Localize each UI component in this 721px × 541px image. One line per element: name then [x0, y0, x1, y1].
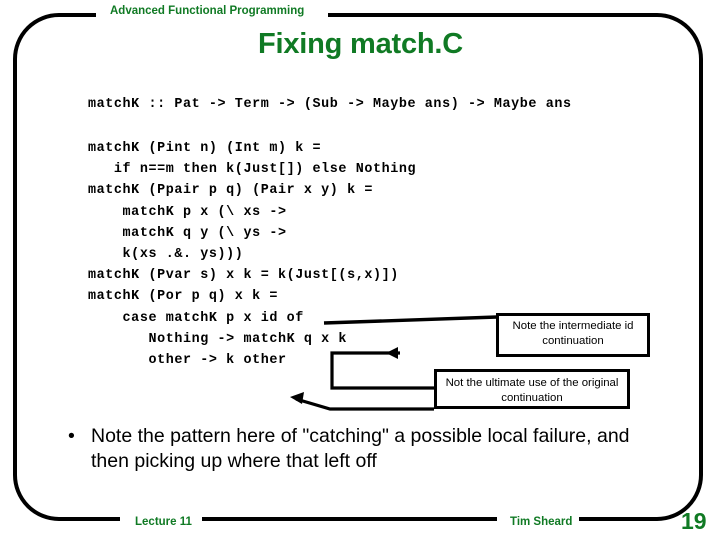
arrowhead-other: [290, 392, 304, 404]
callout-intermediate-id: Note the intermediate id continuation: [496, 313, 650, 357]
callout-connectors: [290, 315, 498, 411]
arrowhead-k: [386, 347, 398, 359]
connector-line-other: [295, 397, 434, 411]
connector-line-k: [330, 351, 434, 390]
connector-line-id: [323, 315, 498, 325]
callout-original-continuation: Not the ultimate use of the original con…: [434, 369, 630, 409]
